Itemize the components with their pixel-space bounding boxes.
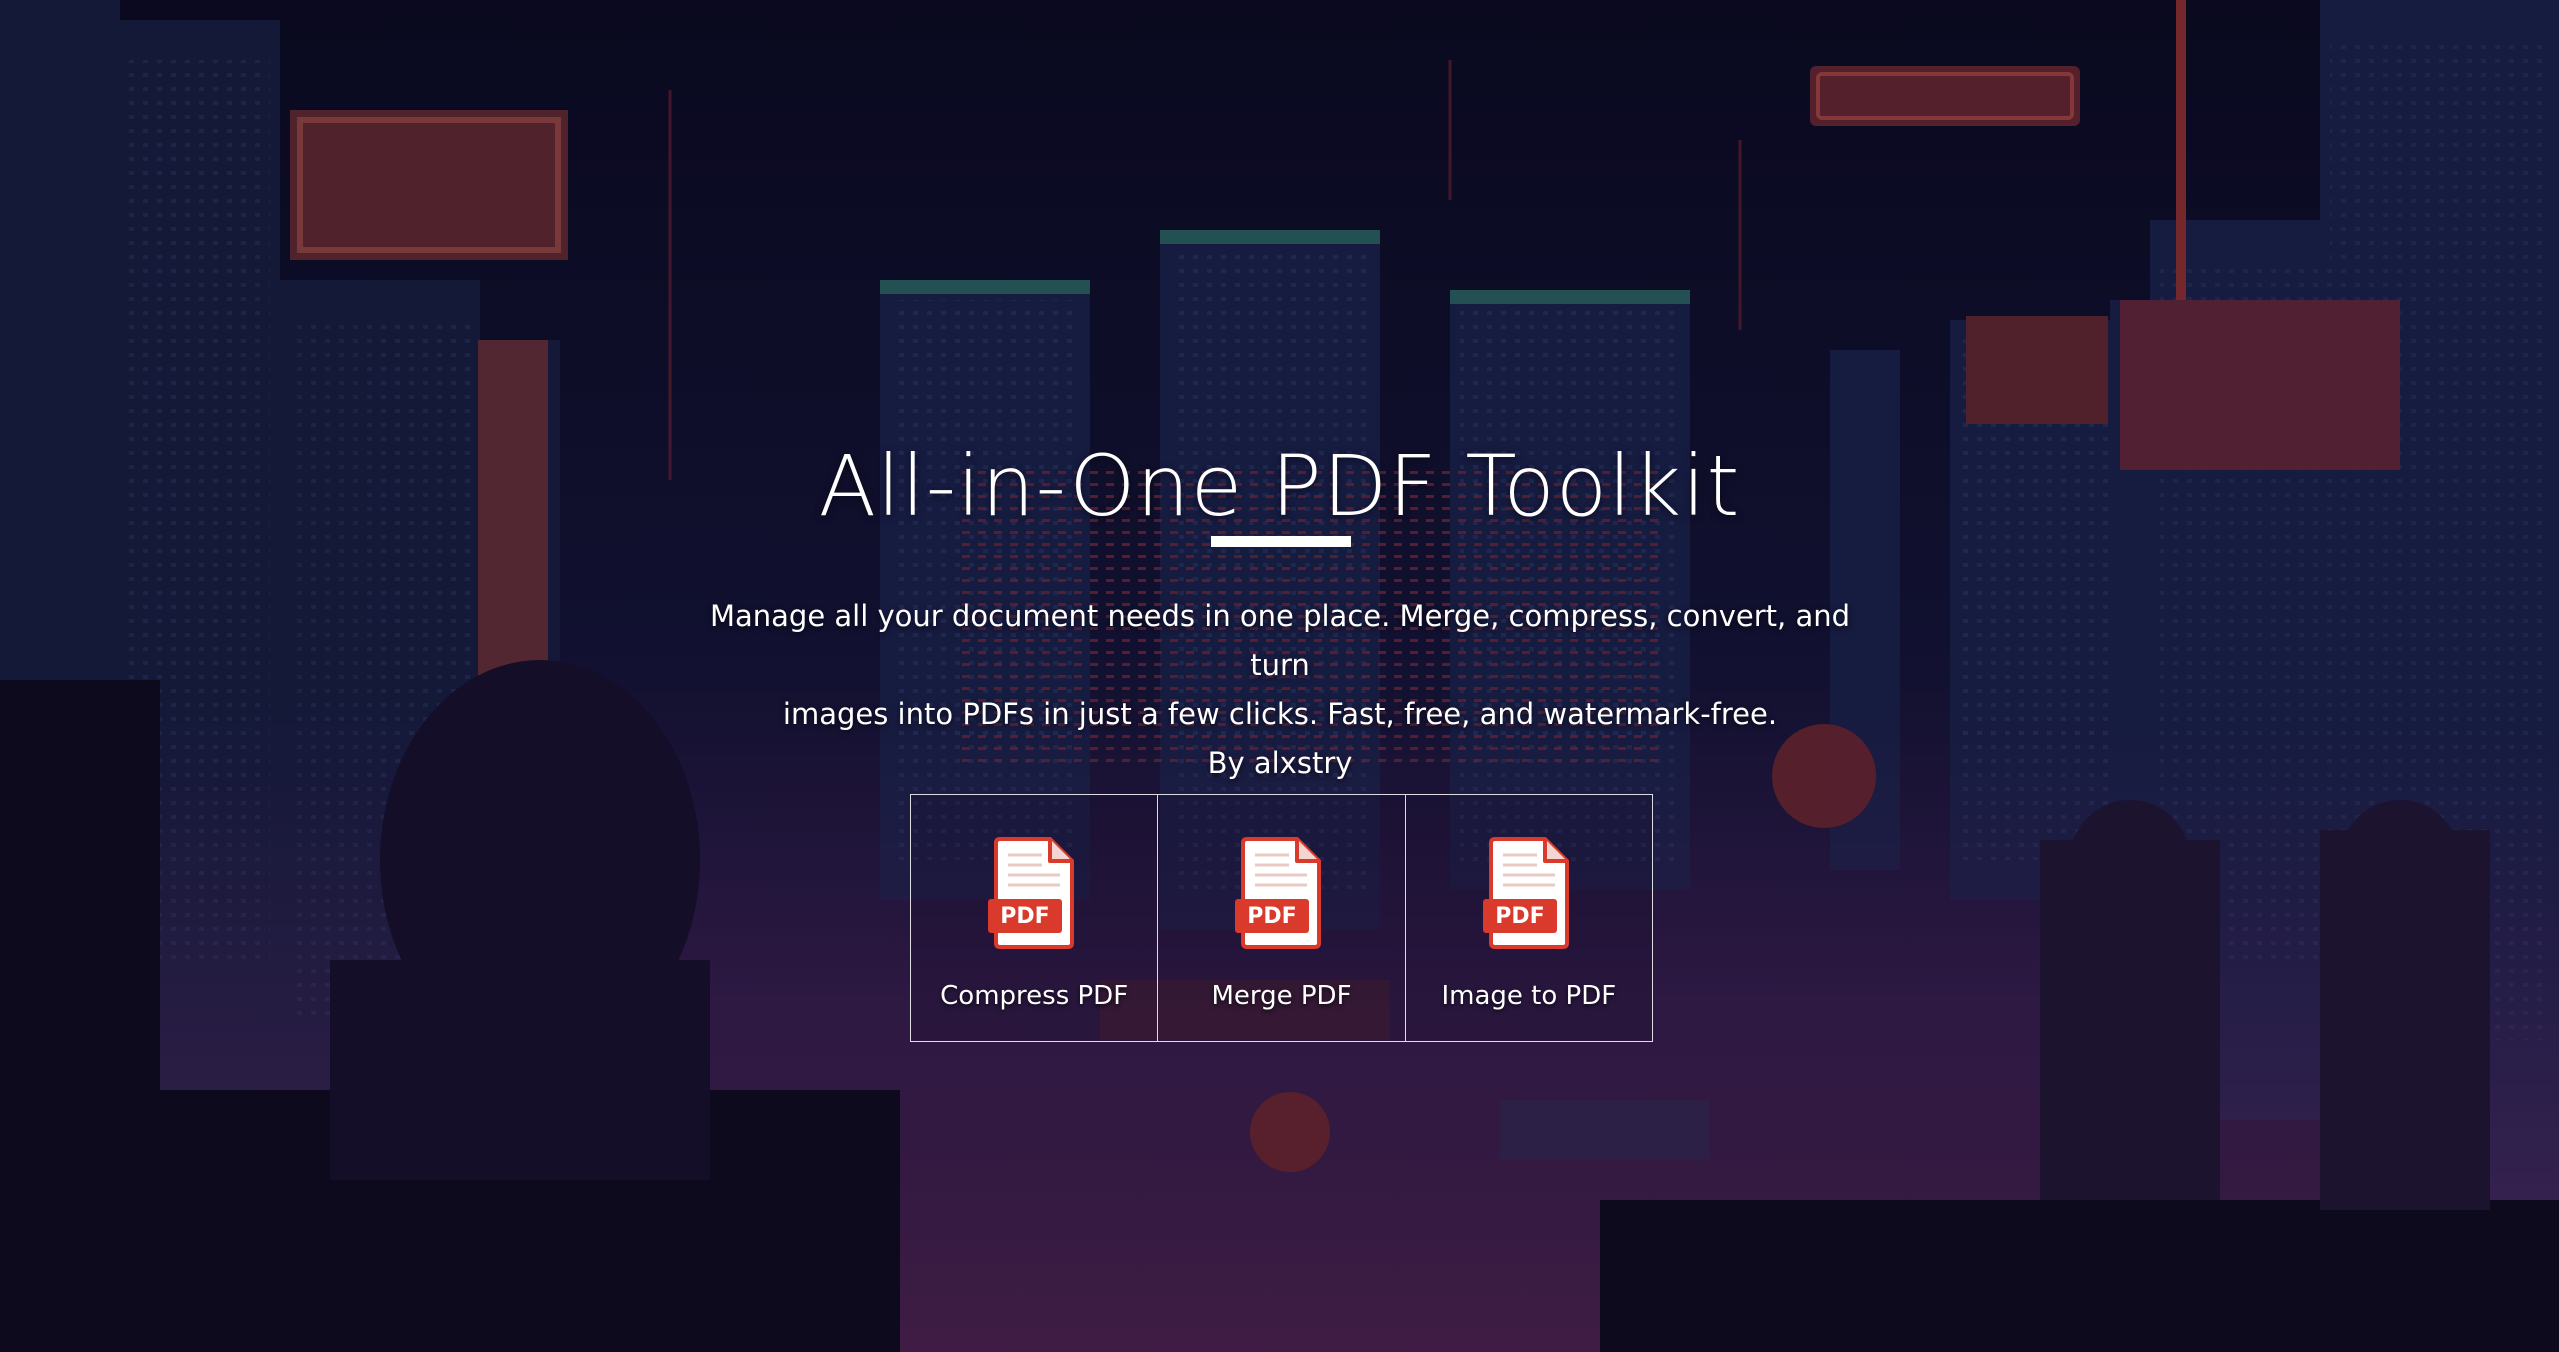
page-title: All-in-One PDF Toolkit	[818, 437, 1741, 536]
merge-pdf-button[interactable]: PDF Merge PDF	[1158, 795, 1406, 1041]
description-line-2: images into PDFs in just a few clicks. F…	[782, 697, 1778, 731]
pdf-badge-text: PDF	[1248, 904, 1297, 929]
pdf-badge-text: PDF	[1000, 904, 1049, 929]
image-to-pdf-button[interactable]: PDF Image to PDF	[1405, 795, 1652, 1041]
page: All-in-One PDF Toolkit Manage all your d…	[0, 0, 2559, 1352]
hero-description: Manage all your document needs in one pl…	[680, 592, 1880, 788]
pdf-file-icon: PDF	[1482, 837, 1569, 949]
tool-label: Compress PDF	[940, 981, 1129, 1011]
title-divider	[1211, 536, 1351, 547]
tool-label: Image to PDF	[1441, 981, 1617, 1011]
hero-section: All-in-One PDF Toolkit Manage all your d…	[0, 0, 2559, 1352]
pdf-badge-text: PDF	[1495, 904, 1544, 929]
tool-grid: PDF Compress PDF PDF Merge PDF PDF Image…	[910, 794, 1653, 1042]
pdf-file-icon: PDF	[1235, 837, 1322, 949]
description-line-1: Manage all your document needs in one pl…	[709, 599, 1851, 682]
tool-label: Merge PDF	[1211, 981, 1352, 1011]
author-byline: By alxstry	[1207, 746, 1353, 780]
pdf-file-icon: PDF	[988, 837, 1075, 949]
compress-pdf-button[interactable]: PDF Compress PDF	[911, 795, 1159, 1041]
